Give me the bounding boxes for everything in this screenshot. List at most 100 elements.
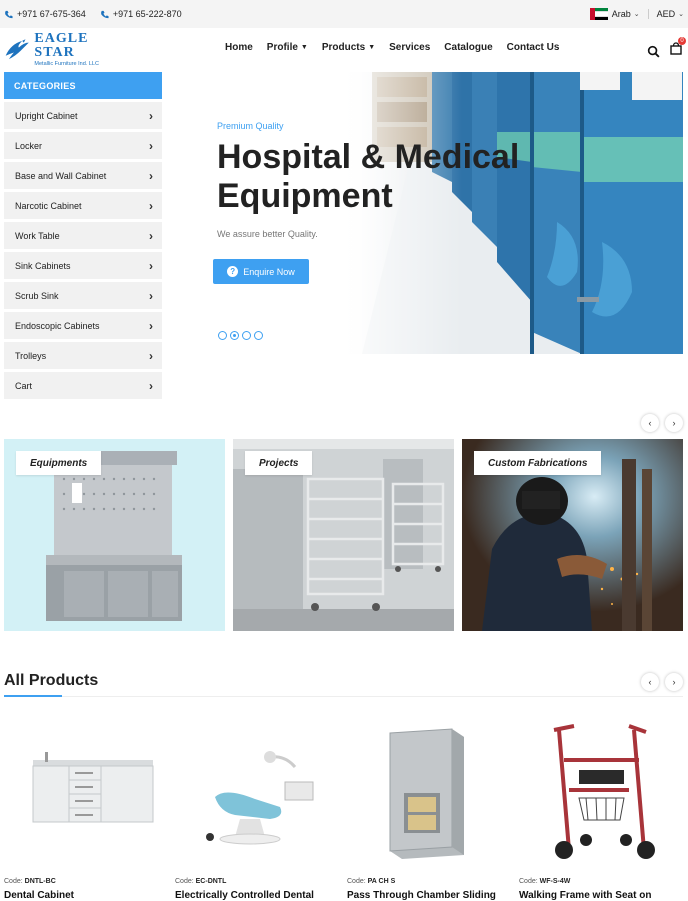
chevron-right-icon: › [149, 258, 153, 273]
hero-slider: Premium Quality Hospital & Medical Equip… [162, 72, 683, 354]
dental-cabinet-image [32, 752, 154, 823]
hero-title-line-2: Equipment [217, 177, 393, 215]
chevron-right-icon: › [149, 168, 153, 183]
top-bar: +971 67-675-364 +971 65-222-870 Arab ⌄ A… [0, 0, 688, 28]
chevron-right-icon: › [149, 198, 153, 213]
product-code: Code: DNTL-BC [4, 878, 56, 885]
walking-frame-image [553, 723, 655, 859]
pass-through-chamber-image [389, 727, 464, 859]
phone-link-1[interactable]: +971 67-675-364 [4, 9, 86, 19]
category-endoscopic-cabinets[interactable]: Endoscopic Cabinets › [4, 312, 162, 339]
nav-profile[interactable]: Profile ▼ [267, 42, 308, 53]
category-trolleys[interactable]: Trolleys › [4, 342, 162, 369]
cart-button[interactable]: 0 [670, 37, 686, 60]
all-products-title: All Products [4, 672, 99, 689]
currency-selector[interactable]: AED [657, 9, 676, 19]
slider-dots [218, 331, 266, 340]
tiles-carousel-nav: ‹ › [635, 414, 683, 432]
logo-title: EAGLE STAR [34, 31, 89, 61]
slider-dot-2[interactable] [230, 331, 239, 340]
category-locker[interactable]: Locker › [4, 132, 162, 159]
phone-number-1: +971 67-675-364 [17, 9, 86, 19]
divider [647, 9, 649, 19]
category-base-wall-cabinet[interactable]: Base and Wall Cabinet › [4, 162, 162, 189]
hero-title-line-1: Hospital & Medical [217, 138, 520, 176]
product-image [175, 718, 335, 866]
phone-icon [100, 10, 109, 18]
product-image [519, 718, 679, 866]
product-image [4, 718, 164, 866]
category-sink-cabinets[interactable]: Sink Cabinets › [4, 252, 162, 279]
section-divider-accent [4, 695, 62, 697]
product-image [347, 718, 507, 866]
chevron-down-icon: ⌄ [678, 11, 684, 18]
tile-equipments[interactable]: Equipments [4, 439, 225, 631]
header: EAGLE STAR Metallic Furniture Ind. LLC H… [0, 28, 688, 72]
phone-link-2[interactable]: +971 65-222-870 [100, 9, 182, 19]
phone-icon [5, 10, 13, 18]
nav-products[interactable]: Products ▼ [322, 42, 375, 53]
product-card[interactable]: Code: DNTL-BC Dental Cabinet [4, 718, 164, 901]
enquire-now-label: Enquire Now [243, 266, 295, 277]
hero-kicker: Premium Quality [217, 121, 284, 131]
slider-dot-1[interactable] [218, 331, 227, 340]
question-icon: ? [227, 266, 239, 277]
cart-count-badge: 0 [678, 37, 686, 45]
products-prev-button[interactable]: ‹ [641, 673, 659, 691]
nav-services[interactable]: Services [389, 42, 430, 53]
tile-projects-label: Projects [245, 451, 313, 475]
product-card[interactable]: Code: WF-S-4W Walking Frame with Seat on [519, 718, 679, 901]
product-name[interactable]: Dental Cabinet [4, 890, 74, 901]
product-code: Code: PA CH S [347, 878, 396, 885]
tile-custom-fabrications-label: Custom Fabrications [474, 451, 602, 475]
category-upright-cabinet[interactable]: Upright Cabinet › [4, 102, 162, 129]
category-cart[interactable]: Cart › [4, 372, 162, 399]
chevron-right-icon: › [149, 228, 153, 243]
product-name[interactable]: Walking Frame with Seat on [519, 890, 651, 901]
chevron-down-icon: ⌄ [633, 11, 640, 18]
product-name[interactable]: Pass Through Chamber Sliding [347, 890, 496, 901]
categories-heading: CATEGORIES [4, 72, 162, 99]
product-code: Code: WF-S-4W [519, 878, 571, 885]
uae-flag-icon [589, 8, 608, 20]
chevron-right-icon: › [149, 318, 153, 333]
chevron-right-icon: › [149, 108, 153, 123]
nav-contact-us[interactable]: Contact Us [507, 42, 560, 53]
main-nav: Home Profile ▼ Products ▼ Services Catalog… [225, 42, 573, 53]
product-card[interactable]: Code: EC-DNTL Electrically Controlled De… [175, 718, 335, 901]
chevron-right-icon: › [149, 288, 153, 303]
hero-subtitle: We assure better Quality. [217, 229, 318, 239]
enquire-now-button[interactable]: ? Enquire Now [213, 259, 309, 284]
slider-dot-3[interactable] [242, 331, 251, 340]
tiles-prev-button[interactable]: ‹ [641, 414, 659, 432]
tile-projects[interactable]: Projects [233, 439, 454, 631]
nav-home[interactable]: Home [225, 42, 253, 53]
chevron-down-icon: ▼ [368, 44, 376, 51]
tile-custom-fabrications[interactable]: Custom Fabrications [462, 439, 683, 631]
products-carousel-nav: ‹ › [635, 673, 683, 691]
search-icon[interactable] [647, 45, 660, 58]
chevron-right-icon: › [149, 138, 153, 153]
chevron-down-icon: ▼ [300, 44, 308, 51]
logo-subtitle: Metallic Furniture Ind. LLC [34, 61, 99, 68]
products-next-button[interactable]: › [665, 673, 683, 691]
product-code: Code: EC-DNTL [175, 878, 227, 885]
nav-catalogue[interactable]: Catalogue [444, 42, 492, 53]
logo[interactable]: EAGLE STAR Metallic Furniture Ind. LLC [4, 32, 116, 68]
slider-dot-4[interactable] [254, 331, 263, 340]
category-narcotic-cabinet[interactable]: Narcotic Cabinet › [4, 192, 162, 219]
product-card[interactable]: Code: PA CH S Pass Through Chamber Slidi… [347, 718, 507, 901]
chevron-right-icon: › [149, 378, 153, 393]
category-work-table[interactable]: Work Table › [4, 222, 162, 249]
dental-chair-image [206, 751, 314, 845]
product-name[interactable]: Electrically Controlled Dental [175, 890, 314, 901]
hero-title: Hospital & Medical Equipment [217, 138, 557, 216]
phone-number-2: +971 65-222-870 [112, 9, 182, 19]
tiles-next-button[interactable]: › [665, 414, 683, 432]
language-selector[interactable]: Arab [612, 9, 631, 19]
tile-equipments-label: Equipments [16, 451, 102, 475]
chevron-right-icon: › [149, 348, 153, 363]
section-divider [4, 696, 683, 697]
category-scrub-sink[interactable]: Scrub Sink › [4, 282, 162, 309]
categories-sidebar: CATEGORIES Upright Cabinet › Locker › Base… [4, 72, 162, 399]
